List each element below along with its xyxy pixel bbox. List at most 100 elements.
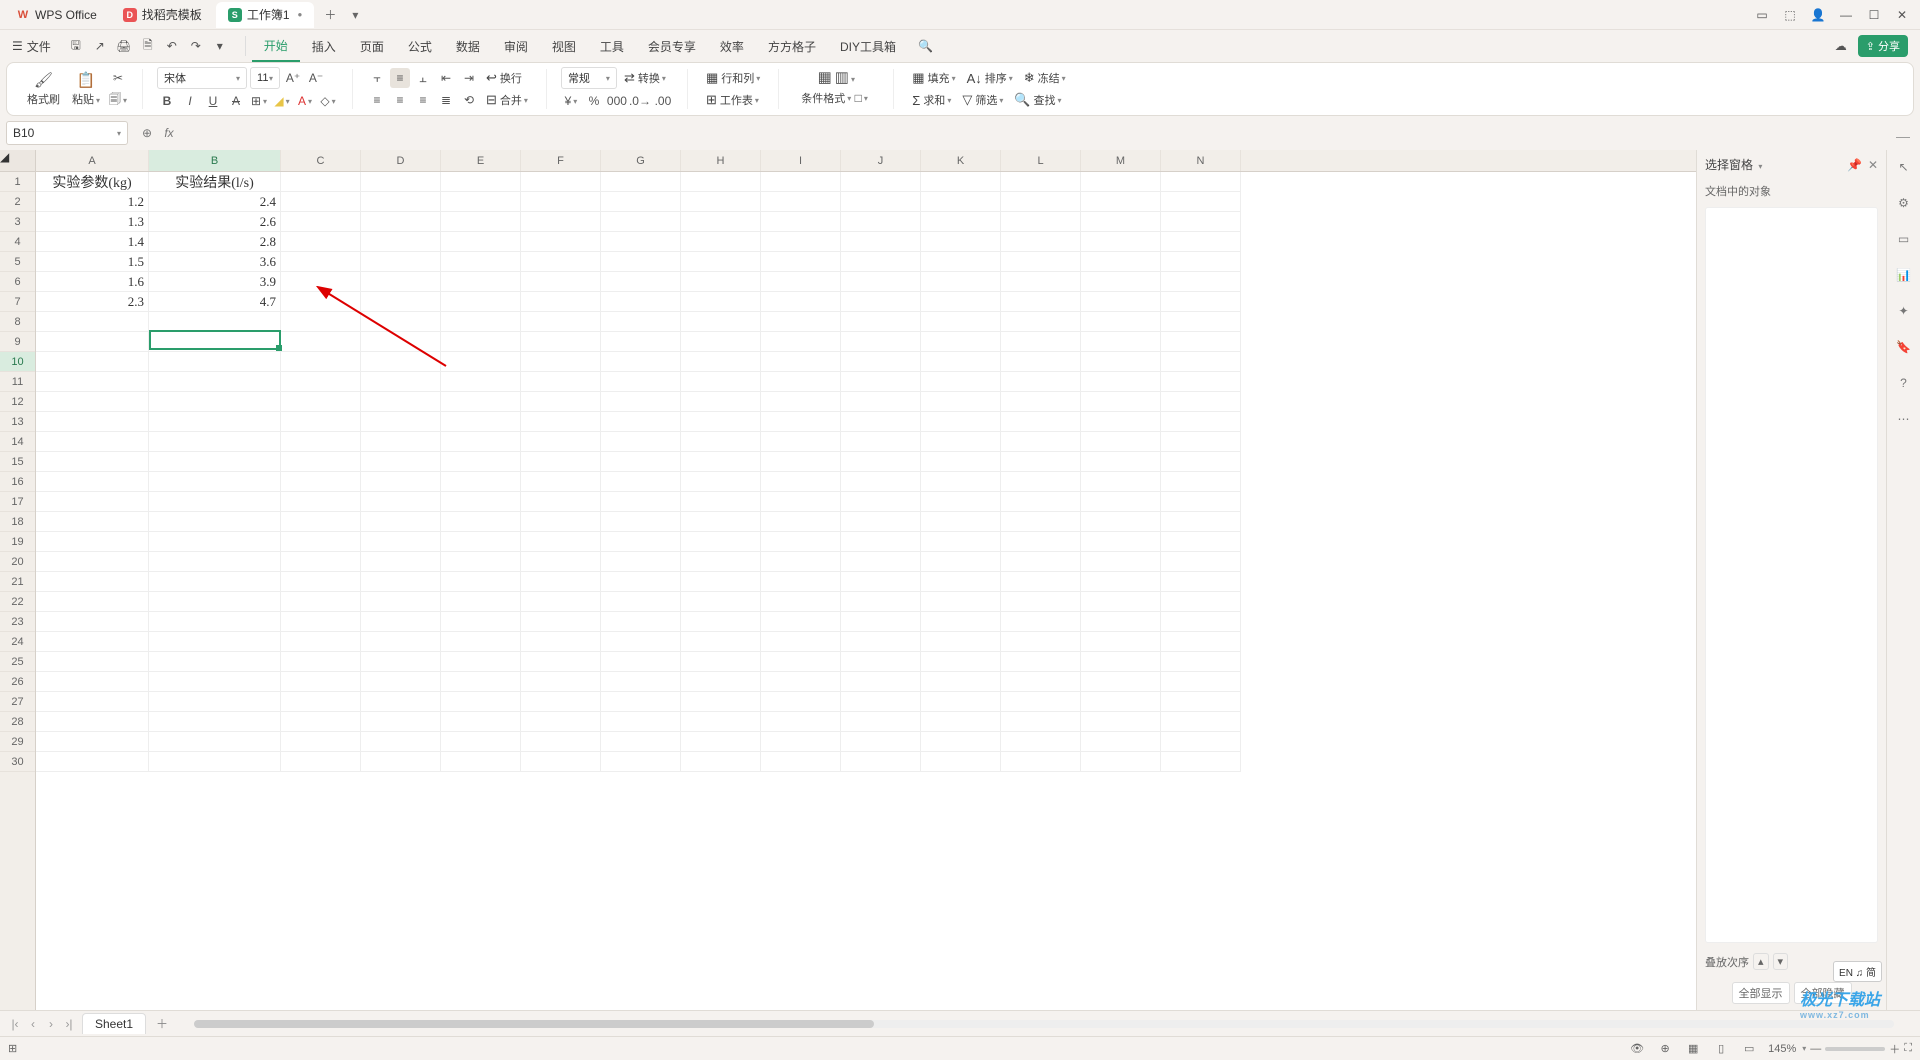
cell[interactable] [281, 572, 361, 592]
cell[interactable] [921, 672, 1001, 692]
close-pane-icon[interactable]: ✕ [1868, 158, 1878, 172]
cell[interactable] [761, 372, 841, 392]
cell[interactable] [1081, 232, 1161, 252]
menu-视图[interactable]: 视图 [540, 30, 588, 62]
cell[interactable] [441, 492, 521, 512]
cell[interactable] [281, 752, 361, 772]
cell[interactable] [149, 532, 281, 552]
cell[interactable] [681, 632, 761, 652]
cell[interactable] [1161, 692, 1241, 712]
row-header[interactable]: 16 [0, 472, 35, 492]
cell[interactable] [36, 512, 149, 532]
window-compact-icon[interactable]: ▭ [1748, 1, 1776, 29]
cell[interactable] [36, 612, 149, 632]
cell[interactable] [361, 432, 441, 452]
cell[interactable] [761, 432, 841, 452]
cell[interactable] [521, 372, 601, 392]
cell[interactable] [149, 632, 281, 652]
cell[interactable] [841, 572, 921, 592]
font-name-select[interactable]: 宋体▾ [157, 67, 247, 89]
pin-icon[interactable]: 📌 [1847, 158, 1862, 172]
percent-icon[interactable]: % [584, 91, 604, 111]
cell[interactable] [521, 752, 601, 772]
currency-icon[interactable]: ¥▾ [561, 91, 581, 111]
cell[interactable] [1161, 612, 1241, 632]
cell[interactable] [441, 272, 521, 292]
cell[interactable] [521, 292, 601, 312]
cell[interactable] [841, 312, 921, 332]
cell[interactable] [521, 612, 601, 632]
cell[interactable] [521, 192, 601, 212]
cell[interactable] [681, 572, 761, 592]
cell[interactable] [1081, 412, 1161, 432]
cell[interactable] [441, 712, 521, 732]
cell[interactable] [921, 752, 1001, 772]
cell[interactable] [1161, 172, 1241, 192]
cell[interactable] [281, 472, 361, 492]
cell[interactable] [361, 312, 441, 332]
cell[interactable] [921, 632, 1001, 652]
cell[interactable] [761, 492, 841, 512]
zoom-out-button[interactable]: — [1810, 1043, 1821, 1055]
cell[interactable] [1081, 652, 1161, 672]
col-header-D[interactable]: D [361, 150, 441, 171]
select-tool-icon[interactable]: ↖ [1893, 156, 1915, 178]
cell[interactable] [36, 452, 149, 472]
row-header[interactable]: 15 [0, 452, 35, 472]
cell[interactable] [601, 332, 681, 352]
wrap-text-button[interactable]: ↩换行 [482, 68, 526, 88]
cell[interactable] [521, 352, 601, 372]
cell[interactable] [1161, 312, 1241, 332]
cell[interactable] [601, 592, 681, 612]
cell[interactable] [36, 312, 149, 332]
cell[interactable] [1001, 272, 1081, 292]
zoom-slider[interactable] [1825, 1047, 1885, 1051]
cell[interactable] [601, 492, 681, 512]
cell[interactable] [1001, 552, 1081, 572]
cell[interactable] [36, 712, 149, 732]
cell[interactable] [281, 492, 361, 512]
cell[interactable] [1081, 292, 1161, 312]
cell[interactable] [841, 692, 921, 712]
cell[interactable] [681, 752, 761, 772]
align-center-icon[interactable]: ≡ [390, 90, 410, 110]
font-size-select[interactable]: 11▾ [250, 67, 280, 89]
cell[interactable] [361, 292, 441, 312]
cell[interactable] [761, 232, 841, 252]
cell[interactable] [841, 352, 921, 372]
freeze-button[interactable]: ❄冻结▾ [1020, 68, 1070, 88]
row-header[interactable]: 10 [0, 352, 35, 372]
cell[interactable] [521, 252, 601, 272]
cell[interactable] [36, 492, 149, 512]
tab-workbook[interactable]: S 工作簿1 ● [216, 2, 315, 28]
row-header[interactable]: 3 [0, 212, 35, 232]
undo-icon[interactable]: ↶ [161, 35, 183, 57]
cell[interactable] [281, 732, 361, 752]
cell[interactable] [281, 172, 361, 192]
cell[interactable] [1001, 372, 1081, 392]
cell[interactable] [921, 532, 1001, 552]
cell[interactable] [521, 452, 601, 472]
cell[interactable] [521, 652, 601, 672]
formula-input[interactable] [180, 121, 1914, 145]
cell[interactable] [921, 512, 1001, 532]
cell[interactable]: 1.5 [36, 252, 149, 272]
cell[interactable] [1001, 512, 1081, 532]
cell[interactable] [361, 532, 441, 552]
cell[interactable] [441, 652, 521, 672]
cell[interactable] [36, 672, 149, 692]
font-color-button[interactable]: A▾ [295, 91, 315, 111]
cell[interactable] [1001, 592, 1081, 612]
cell[interactable] [681, 612, 761, 632]
cell[interactable]: 3.6 [149, 252, 281, 272]
paste-button[interactable]: 📋 粘贴▾ [68, 69, 104, 109]
cell[interactable] [1161, 252, 1241, 272]
cell[interactable] [601, 552, 681, 572]
cell[interactable] [1081, 272, 1161, 292]
cut-icon[interactable]: ✂ [108, 68, 128, 88]
cell[interactable] [921, 612, 1001, 632]
cell[interactable] [681, 292, 761, 312]
cell[interactable] [1081, 612, 1161, 632]
sort-button[interactable]: A↓排序▾ [963, 68, 1017, 88]
cell[interactable] [681, 252, 761, 272]
